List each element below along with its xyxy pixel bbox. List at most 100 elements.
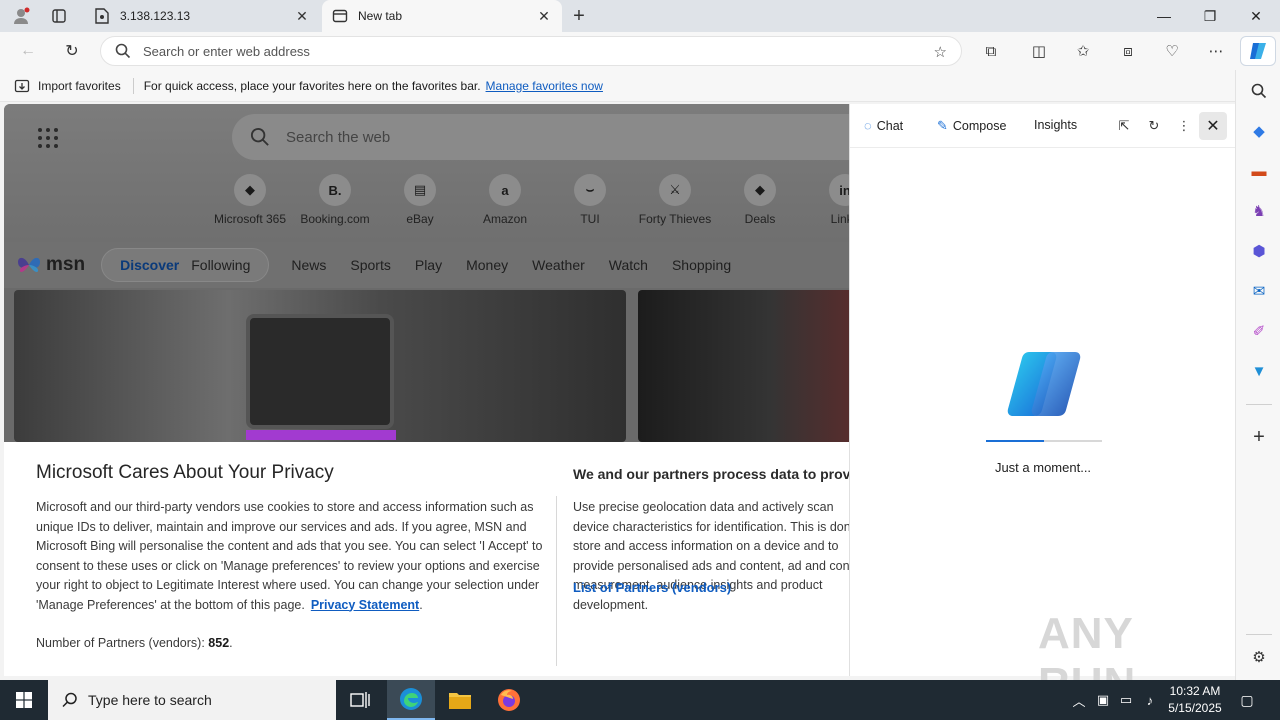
minimize-icon[interactable]: — xyxy=(1141,0,1187,32)
tab-chat[interactable]: ◌ Chat xyxy=(864,118,903,133)
quick-link[interactable]: a Amazon xyxy=(462,174,548,226)
tab-3-138-123-13[interactable]: 3.138.123.13 ✕ xyxy=(84,0,320,32)
extensions-icon[interactable]: ⧉ xyxy=(979,40,1003,62)
apps-launcher-icon[interactable] xyxy=(38,128,58,148)
task-view-icon[interactable] xyxy=(336,680,384,720)
settings-gear-icon[interactable]: ⚙ xyxy=(1248,646,1270,668)
back-icon[interactable]: ← xyxy=(14,38,42,64)
tab-following[interactable]: Following xyxy=(191,257,250,273)
search-icon xyxy=(250,127,269,146)
tab-title: New tab xyxy=(358,9,403,23)
loading-progress-bar xyxy=(986,440,1102,442)
add-icon[interactable]: + xyxy=(1248,426,1270,448)
copilot-header: ◌ Chat ✎ Compose Insights ⇱ ↻ ⋮ ✕ xyxy=(850,104,1236,148)
drop-icon[interactable]: ▼ xyxy=(1248,360,1270,382)
tab-compose[interactable]: ✎ Compose xyxy=(937,118,1006,134)
tools-icon[interactable]: ▬ xyxy=(1248,160,1270,182)
quick-link[interactable]: ◆ Microsoft 365 xyxy=(207,174,293,226)
tab-discover[interactable]: Discover xyxy=(120,257,179,273)
manage-favorites-link[interactable]: Manage favorites now xyxy=(486,79,603,93)
address-bar[interactable]: Search or enter web address ☆ xyxy=(100,36,962,66)
msn-nav-shopping[interactable]: Shopping xyxy=(672,257,731,273)
firefox-icon[interactable] xyxy=(485,680,533,720)
quick-link[interactable]: in Linke xyxy=(802,174,849,226)
privacy-right-title: We and our partners process data to prov… xyxy=(573,466,849,482)
shopping-tag-icon[interactable]: ◆ xyxy=(1248,120,1270,142)
notifications-icon[interactable]: ▢ xyxy=(1236,690,1258,710)
edge-taskbar-icon[interactable] xyxy=(387,680,435,720)
news-card-image[interactable] xyxy=(14,290,626,442)
favorites-icon[interactable]: ✩ xyxy=(1071,40,1095,62)
more-options-icon[interactable]: ⋮ xyxy=(1174,116,1194,136)
outlook-icon[interactable]: ✉ xyxy=(1248,280,1270,302)
system-clock[interactable]: 10:32 AM 5/15/2025 xyxy=(1160,683,1230,717)
msn-nav-weather[interactable]: Weather xyxy=(532,257,585,273)
browser-essentials-icon[interactable]: ♡ xyxy=(1160,40,1184,62)
privacy-right-body: Use precise geolocation data and activel… xyxy=(573,500,849,612)
quick-link-label: eBay xyxy=(406,212,434,226)
games-icon[interactable]: ♞ xyxy=(1248,200,1270,222)
device-light-strip xyxy=(246,430,396,440)
close-pane-icon[interactable]: ✕ xyxy=(1199,112,1227,140)
tab-insights[interactable]: Insights xyxy=(1034,118,1077,132)
copilot-icon xyxy=(1250,43,1266,59)
close-tab-icon[interactable]: ✕ xyxy=(536,8,552,24)
search-icon[interactable] xyxy=(1248,80,1270,102)
privacy-body-text: Microsoft and our third-party vendors us… xyxy=(36,500,543,612)
quick-link-icon: ◆ xyxy=(234,174,266,206)
favorites-bar: Import favorites For quick access, place… xyxy=(0,70,1280,102)
taskbar-search-box[interactable]: Type here to search xyxy=(48,680,336,720)
refresh-icon[interactable]: ↻ xyxy=(1144,116,1164,136)
search-icon xyxy=(62,692,77,708)
quick-link[interactable]: ▤ eBay xyxy=(377,174,463,226)
device-icon[interactable]: ▣ xyxy=(1094,691,1112,709)
network-icon[interactable]: ▭ xyxy=(1117,691,1135,709)
close-tab-icon[interactable]: ✕ xyxy=(294,8,310,24)
msn-nav-watch[interactable]: Watch xyxy=(609,257,648,273)
quick-link-label: Forty Thieves xyxy=(638,212,712,226)
msn-nav-money[interactable]: Money xyxy=(466,257,508,273)
restore-icon[interactable]: ❐ xyxy=(1187,0,1233,32)
tab-chat-label: Chat xyxy=(876,118,904,133)
start-button[interactable] xyxy=(0,680,48,720)
msn-nav-play[interactable]: Play xyxy=(415,257,442,273)
profile-icon[interactable] xyxy=(10,6,32,26)
quick-link[interactable]: ⚔ Forty Thieves xyxy=(632,174,718,226)
tab-compose-label: Compose xyxy=(952,119,1007,133)
favorite-star-icon[interactable]: ☆ xyxy=(934,43,947,61)
msn-logo[interactable]: msn xyxy=(16,254,85,276)
open-in-new-icon[interactable]: ⇱ xyxy=(1114,116,1134,136)
web-search-box[interactable]: Search the web xyxy=(232,114,849,160)
copilot-button[interactable] xyxy=(1240,36,1276,66)
privacy-statement-link[interactable]: Privacy Statement xyxy=(311,598,419,612)
news-card-image-2[interactable] xyxy=(638,290,849,442)
quick-link-label: Deals xyxy=(744,212,776,226)
tab-actions-icon[interactable] xyxy=(48,6,70,26)
clock-time: 10:32 AM xyxy=(1169,684,1221,698)
volume-icon[interactable]: ♪ xyxy=(1141,691,1159,709)
quick-link[interactable]: B. Booking.com xyxy=(292,174,378,226)
tab-strip: 3.138.123.13 ✕ New tab ✕ + — ❐ ✕ xyxy=(0,0,1280,32)
collections-icon[interactable]: ⧈ xyxy=(1116,40,1140,62)
quick-link[interactable]: ◆ Deals xyxy=(717,174,803,226)
refresh-icon[interactable]: ↻ xyxy=(58,38,86,64)
quick-link-icon: B. xyxy=(319,174,351,206)
import-favorites-button[interactable]: Import favorites xyxy=(14,78,121,94)
plus-icon[interactable]: + xyxy=(568,5,590,27)
msn-logo-text: msn xyxy=(46,254,86,275)
split-screen-icon[interactable]: ◫ xyxy=(1027,40,1051,62)
close-window-icon[interactable]: ✕ xyxy=(1233,0,1279,32)
page-header: Search the web ◆ Microsoft 365 B. Booking.c… xyxy=(4,104,849,242)
quick-link-label: Amazon xyxy=(482,212,528,226)
designer-icon[interactable]: ✐ xyxy=(1248,320,1270,342)
msn-nav-sports[interactable]: Sports xyxy=(350,257,390,273)
microsoft-365-icon[interactable]: ⬢ xyxy=(1248,240,1270,262)
vendors-list-link[interactable]: List of Partners (vendors) xyxy=(573,580,731,595)
tab-new-tab[interactable]: New tab ✕ xyxy=(322,0,562,32)
show-hidden-icons-icon[interactable]: ︿ xyxy=(1070,691,1088,709)
msn-nav-news[interactable]: News xyxy=(291,257,326,273)
more-options-icon[interactable]: ⋯ xyxy=(1204,40,1228,62)
quick-link[interactable]: ⌣ TUI xyxy=(547,174,633,226)
file-explorer-icon[interactable] xyxy=(436,680,484,720)
quick-link-label: Booking.com xyxy=(300,212,370,226)
